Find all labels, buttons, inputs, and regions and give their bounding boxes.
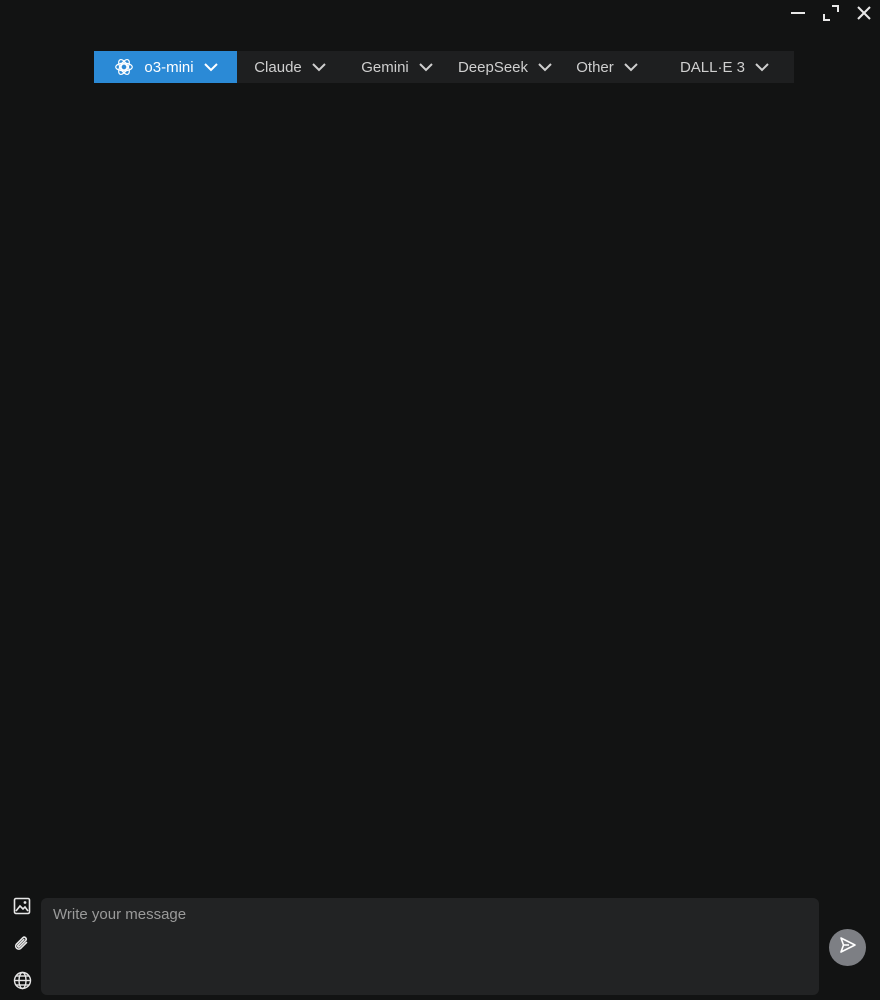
model-tab-gemini[interactable]: Gemini [343, 51, 451, 83]
image-upload-button[interactable] [12, 897, 32, 920]
model-tab-label: DeepSeek [457, 58, 529, 76]
chevron-down-icon [203, 62, 218, 72]
chevron-down-icon [419, 62, 433, 72]
chevron-down-icon [538, 62, 552, 72]
chevron-down-icon [755, 62, 769, 72]
openai-logo-icon [113, 56, 135, 78]
model-tab-o3-mini[interactable]: o3-mini [94, 51, 237, 83]
model-tab-label: Gemini [361, 58, 409, 76]
web-search-button[interactable] [12, 971, 32, 995]
minimize-icon [790, 5, 806, 21]
model-tab-dalle-3[interactable]: DALL·E 3 [655, 51, 794, 83]
model-tab-label: DALL·E 3 [679, 58, 746, 76]
chevron-down-icon [312, 62, 326, 72]
image-icon [13, 897, 31, 920]
composer-tools [8, 896, 36, 1000]
globe-icon [13, 971, 32, 995]
send-icon [839, 936, 857, 959]
close-button[interactable] [847, 0, 880, 26]
message-input[interactable] [53, 906, 807, 987]
model-tab-deepseek[interactable]: DeepSeek [451, 51, 559, 83]
model-tab-other[interactable]: Other [559, 51, 655, 83]
model-selector-bar: o3-mini Claude Gemini DeepSeek Other DAL… [94, 51, 794, 83]
maximize-button[interactable] [814, 0, 847, 26]
close-icon [856, 6, 871, 20]
model-tab-claude[interactable]: Claude [237, 51, 343, 83]
maximize-icon [822, 5, 839, 21]
minimize-button[interactable] [781, 0, 814, 26]
model-tab-label: Claude [254, 58, 302, 76]
model-tab-label: o3-mini [144, 58, 194, 76]
paperclip-icon [13, 935, 31, 958]
attach-file-button[interactable] [12, 935, 32, 958]
chevron-down-icon [624, 62, 638, 72]
send-button[interactable] [829, 929, 866, 966]
model-tab-label: Other [576, 58, 614, 76]
window-controls [781, 0, 880, 26]
message-composer [41, 898, 819, 995]
chat-window: o3-mini Claude Gemini DeepSeek Other DAL… [0, 0, 880, 1000]
